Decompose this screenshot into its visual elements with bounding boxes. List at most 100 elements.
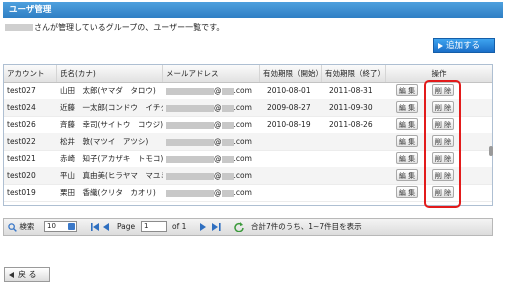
masked-domain — [221, 155, 234, 163]
description: さんが管理しているグループの、ユーザー一覧です。 — [5, 22, 224, 34]
table-row[interactable]: test026 斉藤 幸司(サイトウ コウジ) @ .com 2010-08-19… — [4, 116, 492, 134]
edit-button[interactable]: 編 集 — [396, 101, 418, 113]
end-date-cell — [326, 167, 386, 184]
edit-button[interactable]: 編 集 — [396, 152, 418, 164]
masked-email — [166, 138, 214, 146]
refresh-button[interactable] — [234, 219, 244, 235]
table-row[interactable]: test027 山田 太郎(ヤマダ タロウ) @ .com 2010-08-01 … — [4, 82, 492, 100]
chevron-down-icon — [68, 223, 75, 230]
edit-button[interactable]: 編 集 — [396, 186, 418, 198]
page-count-label: of 1 — [172, 222, 187, 231]
account-cell: test019 — [7, 188, 36, 197]
col-end[interactable]: 有効期限（終了） — [322, 65, 386, 82]
search-button[interactable]: 検索 — [8, 219, 34, 235]
search-label: 検索 — [19, 222, 35, 231]
masked-email — [166, 87, 214, 95]
first-page-button[interactable] — [91, 219, 100, 235]
description-text: さんが管理しているグループの、ユーザー一覧です。 — [34, 23, 225, 32]
account-cell: test020 — [7, 171, 36, 180]
masked-domain — [221, 138, 234, 146]
masked-domain — [221, 104, 234, 112]
edit-button[interactable]: 編 集 — [396, 118, 418, 130]
col-start[interactable]: 有効期限（開始） — [260, 65, 323, 82]
next-page-icon — [200, 223, 206, 231]
email-at: @ — [214, 188, 222, 197]
email-cell: @ .com — [163, 99, 260, 116]
back-button[interactable]: 戻 る — [4, 267, 50, 282]
search-icon — [8, 222, 17, 232]
email-at: @ — [214, 171, 222, 180]
play-icon — [438, 42, 443, 49]
email-cell: @ .com — [163, 116, 260, 133]
email-at: @ — [214, 154, 222, 163]
email-at: @ — [214, 137, 222, 146]
back-arrow-icon — [9, 271, 14, 278]
end-date-cell — [326, 184, 386, 201]
start-date-cell: 2010-08-19 — [267, 120, 311, 129]
col-account[interactable]: アカウント — [4, 65, 57, 82]
add-user-button[interactable]: 追加する — [433, 38, 495, 53]
name-cell: 赤崎 知子(アカザキ トモコ) — [60, 154, 163, 163]
email-domain: .com — [233, 103, 252, 112]
table-header: アカウント 氏名(カナ) メールアドレス 有効期限（開始） 有効期限（終了） 操… — [4, 65, 492, 83]
table-row[interactable]: test019 栗田 香織(クリタ カオリ) @ .com 編 集 削 除 — [4, 184, 492, 202]
email-cell: @ .com — [163, 167, 260, 184]
email-cell: @ .com — [163, 133, 260, 150]
email-domain: .com — [233, 120, 252, 129]
table-row[interactable]: test024 近藤 一太郎(コンドウ イチタ @ .com 2009-08-27… — [4, 99, 492, 117]
next-page-button[interactable] — [200, 219, 206, 235]
table-row[interactable]: test020 平山 真由美(ヒラヤマ マユミ @ .com 編 集 削 除 — [4, 167, 492, 185]
masked-email — [166, 155, 214, 163]
window-title: ユーザ管理 — [3, 2, 503, 18]
masked-email — [166, 104, 214, 112]
start-date-cell — [264, 133, 322, 150]
end-date-cell — [326, 150, 386, 167]
prev-page-button[interactable] — [103, 219, 109, 235]
start-date-cell — [264, 150, 322, 167]
end-date-cell: 2011-08-31 — [329, 86, 373, 95]
page-size-value: 10 — [47, 222, 56, 230]
masked-email — [166, 189, 214, 197]
page-label: Page — [117, 222, 136, 231]
start-date-cell: 2010-08-01 — [267, 86, 311, 95]
last-page-button[interactable] — [212, 219, 221, 235]
name-cell: 近藤 一太郎(コンドウ イチタ — [60, 103, 163, 112]
end-date-cell — [326, 133, 386, 150]
page-size-select[interactable]: 10 — [44, 221, 77, 232]
scrollbar-thumb[interactable] — [489, 146, 493, 156]
prev-page-icon — [103, 223, 109, 231]
masked-username — [5, 24, 33, 31]
edit-button[interactable]: 編 集 — [396, 135, 418, 147]
delete-column-highlight — [424, 80, 461, 208]
masked-domain — [221, 87, 234, 95]
page-number-input[interactable]: 1 — [141, 221, 167, 232]
edit-button[interactable]: 編 集 — [396, 169, 418, 181]
end-date-cell: 2011-09-30 — [329, 103, 373, 112]
name-cell: 山田 太郎(ヤマダ タロウ) — [60, 86, 156, 95]
masked-domain — [221, 189, 234, 197]
email-domain: .com — [233, 171, 252, 180]
back-label: 戻 る — [18, 270, 37, 279]
start-date-cell — [264, 184, 322, 201]
name-cell: 平山 真由美(ヒラヤマ マユミ — [60, 171, 163, 180]
end-date-cell: 2011-08-26 — [329, 120, 373, 129]
user-table: アカウント 氏名(カナ) メールアドレス 有効期限（開始） 有効期限（終了） 操… — [3, 64, 493, 206]
pager-summary: 合計7件のうち、1~7件目を表示 — [251, 222, 362, 231]
col-email[interactable]: メールアドレス — [163, 65, 260, 82]
name-cell: 松井 敦(マツイ アツシ) — [60, 137, 149, 146]
account-cell: test021 — [7, 154, 36, 163]
email-at: @ — [214, 86, 222, 95]
account-cell: test022 — [7, 137, 36, 146]
table-row[interactable]: test022 松井 敦(マツイ アツシ) @ .com 編 集 削 除 — [4, 133, 492, 151]
account-cell: test024 — [7, 103, 36, 112]
email-domain: .com — [233, 154, 252, 163]
email-cell: @ .com — [163, 82, 260, 99]
account-cell: test027 — [7, 86, 36, 95]
first-page-icon — [91, 223, 99, 231]
name-cell: 栗田 香織(クリタ カオリ) — [60, 188, 156, 197]
add-user-label: 追加する — [446, 41, 481, 51]
table-row[interactable]: test021 赤崎 知子(アカザキ トモコ) @ .com 編 集 削 除 — [4, 150, 492, 168]
edit-button[interactable]: 編 集 — [396, 84, 418, 96]
email-cell: @ .com — [163, 184, 260, 201]
col-name[interactable]: 氏名(カナ) — [57, 65, 163, 82]
